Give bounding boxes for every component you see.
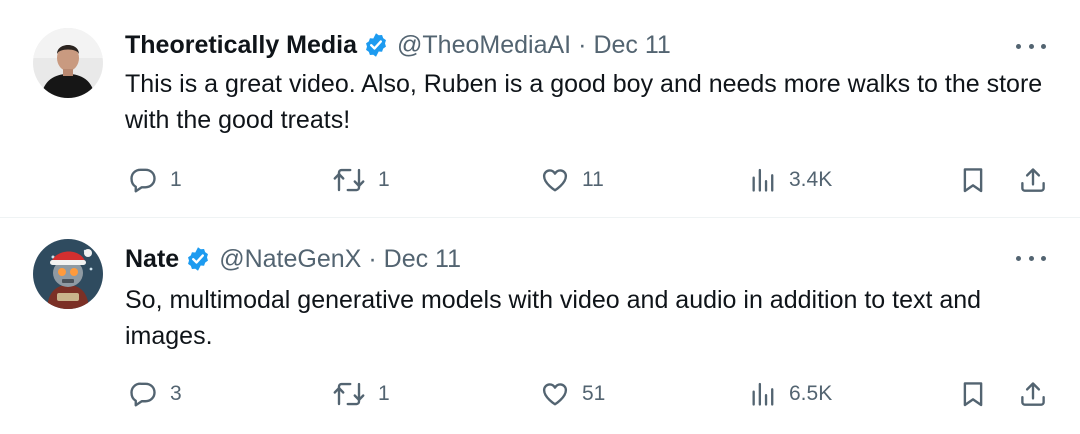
like-button[interactable]: 11 <box>540 163 604 197</box>
bookmark-button[interactable] <box>958 377 988 411</box>
like-count: 11 <box>582 168 604 191</box>
bookmark-button[interactable] <box>958 163 988 197</box>
tweet-header: Nate @NateGenX · Dec 11 <box>125 244 461 274</box>
bookmark-icon <box>963 382 983 407</box>
tweet-date[interactable]: Dec 11 <box>384 244 461 274</box>
display-name[interactable]: Nate <box>125 244 179 274</box>
avatar-photo <box>33 28 103 98</box>
tweet[interactable]: Theoretically Media @TheoMediaAI · Dec 1… <box>0 0 1080 218</box>
tweet-actions: 1 1 11 3.4K <box>0 163 1080 197</box>
share-button[interactable] <box>1018 163 1048 197</box>
separator-dot: · <box>578 31 587 59</box>
reply-thread: Theoretically Media @TheoMediaAI · Dec 1… <box>0 0 1080 434</box>
like-count: 51 <box>582 382 606 405</box>
separator-dot: · <box>368 245 377 273</box>
tweet-text: So, multimodal generative models with vi… <box>125 286 982 350</box>
bookmark-icon <box>963 168 983 193</box>
heart-icon <box>542 383 568 406</box>
repost-count: 1 <box>378 168 390 191</box>
views-button[interactable]: 3.4K <box>749 163 832 197</box>
repost-button[interactable]: 1 <box>332 163 390 197</box>
tweet[interactable]: Nate @NateGenX · Dec 11 So, multimodal g… <box>0 218 1080 434</box>
user-handle[interactable]: @NateGenX <box>219 244 361 274</box>
view-count: 6.5K <box>789 382 833 405</box>
more-options-icon[interactable] <box>1016 248 1046 268</box>
share-icon <box>1021 382 1045 406</box>
reply-icon <box>130 382 156 407</box>
reply-count: 1 <box>170 168 182 191</box>
verified-badge-icon <box>188 247 209 271</box>
avatar[interactable] <box>33 28 103 98</box>
tweet-header: Theoretically Media @TheoMediaAI · Dec 1… <box>125 30 671 60</box>
avatar-illustration <box>33 239 103 309</box>
verified-badge-icon <box>366 33 386 57</box>
share-icon <box>1021 168 1045 192</box>
views-icon <box>752 382 774 406</box>
reply-button[interactable]: 3 <box>128 377 182 411</box>
avatar[interactable] <box>33 239 103 309</box>
reply-count: 3 <box>170 382 182 405</box>
user-handle[interactable]: @TheoMediaAI <box>397 30 571 60</box>
repost-count: 1 <box>378 382 390 405</box>
repost-icon <box>333 168 365 192</box>
views-button[interactable]: 6.5K <box>749 377 832 411</box>
more-options-icon[interactable] <box>1016 36 1046 56</box>
tweet-text: This is a great video. Also, Ruben is a … <box>125 70 1043 134</box>
heart-icon <box>542 169 568 192</box>
like-button[interactable]: 51 <box>540 377 605 411</box>
views-icon <box>752 168 774 192</box>
display-name[interactable]: Theoretically Media <box>125 30 357 60</box>
repost-button[interactable]: 1 <box>332 377 390 411</box>
share-button[interactable] <box>1018 377 1048 411</box>
tweet-date[interactable]: Dec 11 <box>593 30 670 60</box>
tweet-actions: 3 1 51 6.5K <box>0 377 1080 411</box>
repost-icon <box>333 382 365 406</box>
reply-icon <box>130 168 156 193</box>
reply-button[interactable]: 1 <box>128 163 182 197</box>
view-count: 3.4K <box>789 168 833 191</box>
